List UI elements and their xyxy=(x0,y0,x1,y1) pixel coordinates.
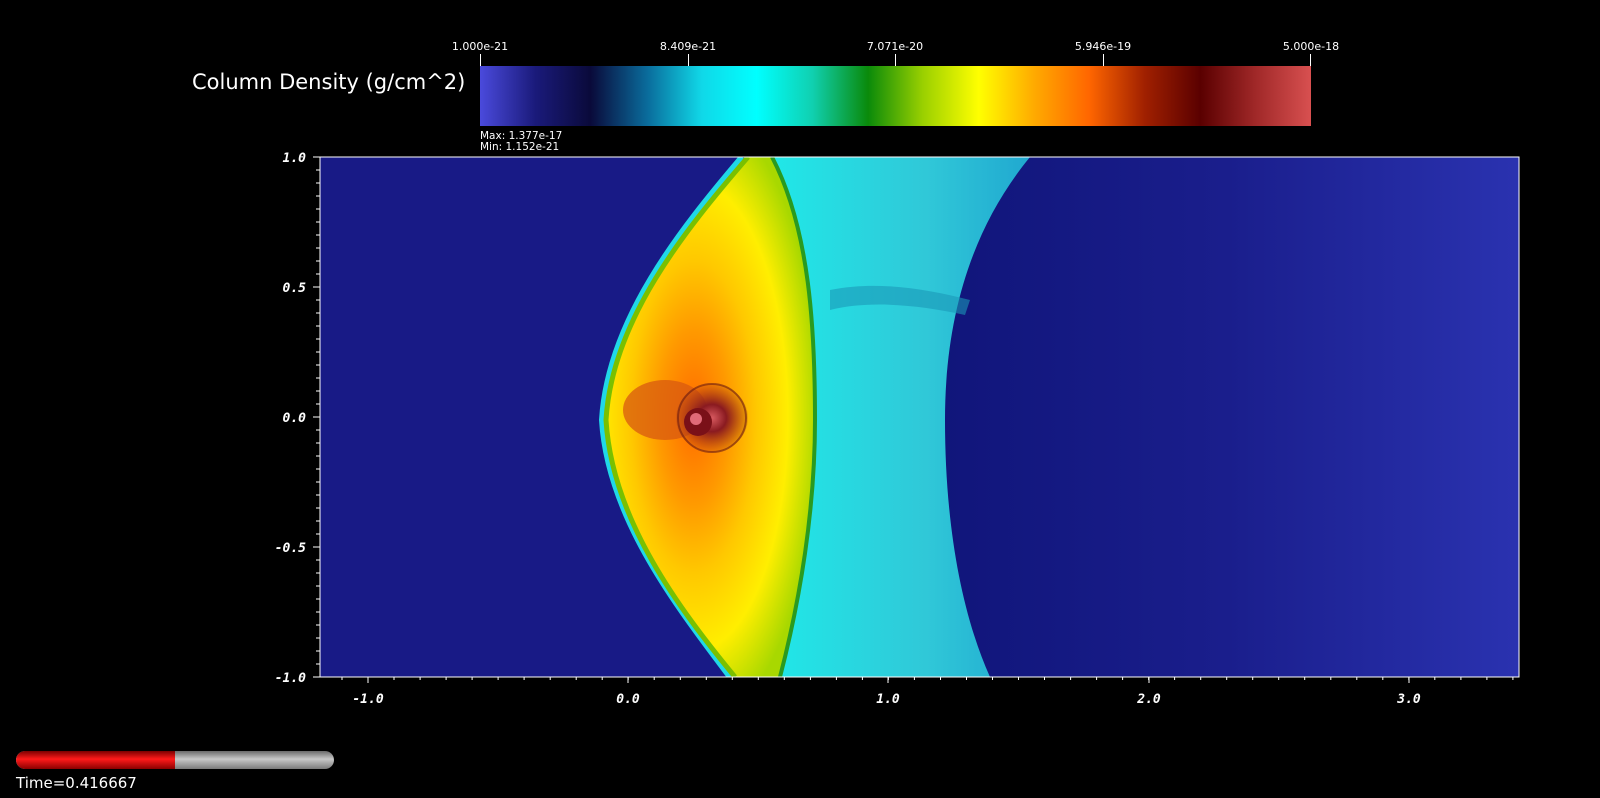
y-tick-label: 1.0 xyxy=(283,151,307,166)
time-progress-fill xyxy=(16,751,175,769)
y-tick-label: -0.5 xyxy=(275,541,306,556)
x-tick-label: 3.0 xyxy=(1396,692,1421,707)
clump-highlight xyxy=(690,413,702,425)
column-density-plot: -1.0 0.0 1.0 2.0 3.0 1.0 0.5 0.0 -0.5 -1… xyxy=(275,151,1520,707)
x-tick-label: 1.0 xyxy=(876,692,900,707)
y-tick-label: 0.5 xyxy=(283,281,307,296)
x-tick-label: -1.0 xyxy=(352,692,383,707)
y-axis-minor-ticks xyxy=(316,156,320,678)
x-tick-label: 2.0 xyxy=(1136,692,1161,707)
time-label: Time=0.416667 xyxy=(16,774,137,792)
plot-field xyxy=(320,157,1519,677)
x-tick-label: 0.0 xyxy=(616,692,640,707)
downstream-region xyxy=(935,157,1519,677)
time-progress-bar[interactable] xyxy=(16,751,334,769)
y-tick-label: -1.0 xyxy=(275,671,306,686)
y-tick-label: 0.0 xyxy=(283,411,307,426)
